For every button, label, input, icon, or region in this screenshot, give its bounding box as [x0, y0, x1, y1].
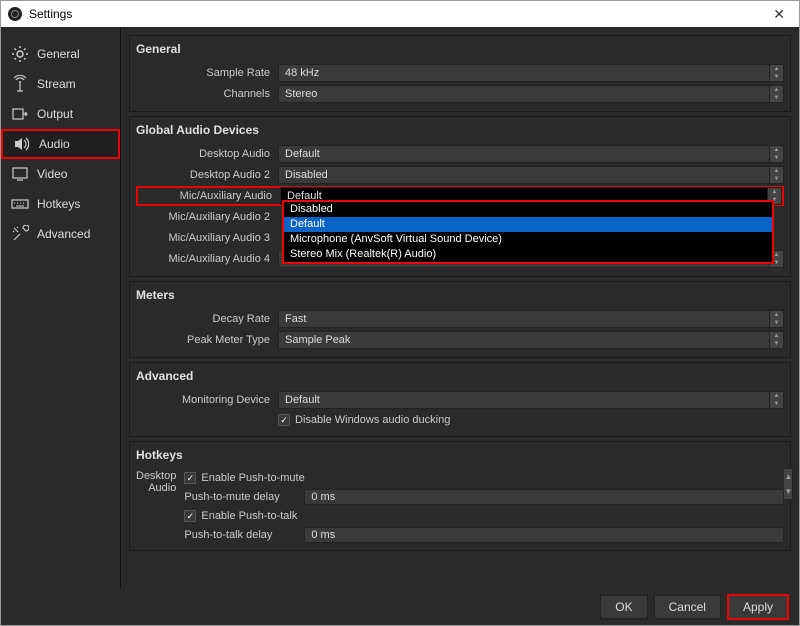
cancel-button[interactable]: Cancel: [654, 595, 721, 619]
sidebar-item-label: Video: [37, 167, 67, 181]
section-global-audio: Global Audio Devices Desktop Audio Defau…: [129, 116, 791, 277]
duck-checkbox[interactable]: [278, 414, 290, 426]
dropdown-option-selected[interactable]: Default: [284, 217, 772, 232]
apply-button[interactable]: Apply: [727, 594, 789, 620]
desktop-audio2-select[interactable]: Disabled: [278, 166, 770, 184]
mic3-label: Mic/Auxiliary Audio 3: [136, 232, 278, 244]
spinner-icon[interactable]: ▲▼: [770, 331, 784, 349]
sidebar-item-label: General: [37, 47, 80, 61]
close-button[interactable]: ✕: [765, 6, 793, 23]
sidebar-item-label: Audio: [39, 137, 70, 151]
section-hotkeys: Hotkeys Desktop Audio Enable Push-to-mut…: [129, 441, 791, 551]
window-title: Settings: [29, 7, 72, 21]
sidebar: General Stream Output Audio Video: [1, 27, 121, 589]
mic1-label: Mic/Auxiliary Audio: [138, 190, 280, 202]
dropdown-option[interactable]: Stereo Mix (Realtek(R) Audio): [284, 247, 772, 262]
desktop-audio2-label: Desktop Audio 2: [136, 169, 278, 181]
ok-button[interactable]: OK: [600, 595, 647, 619]
gear-icon: [11, 45, 29, 63]
spinner-icon[interactable]: ▲▼: [770, 166, 784, 184]
mic2-label: Mic/Auxiliary Audio 2: [136, 211, 278, 223]
ptt-label: Enable Push-to-talk: [201, 510, 297, 522]
footer: OK Cancel Apply: [1, 589, 799, 625]
section-title: Global Audio Devices: [136, 121, 784, 143]
tools-icon: [11, 225, 29, 243]
section-meters: Meters Decay Rate Fast ▲▼ Peak Meter Typ…: [129, 281, 791, 358]
section-general: General Sample Rate 48 kHz ▲▼ Channels S…: [129, 35, 791, 112]
sidebar-item-general[interactable]: General: [1, 39, 120, 69]
sidebar-item-output[interactable]: Output: [1, 99, 120, 129]
channels-select[interactable]: Stereo: [278, 85, 770, 103]
ptt-delay-field[interactable]: 0 ms: [304, 527, 784, 543]
decay-label: Decay Rate: [136, 313, 278, 325]
sidebar-item-hotkeys[interactable]: Hotkeys: [1, 189, 120, 219]
monitor-icon: [11, 165, 29, 183]
sidebar-item-stream[interactable]: Stream: [1, 69, 120, 99]
dropdown-option[interactable]: Microphone (AnvSoft Virtual Sound Device…: [284, 232, 772, 247]
desktop-audio-select[interactable]: Default: [278, 145, 770, 163]
ptt-checkbox[interactable]: [184, 510, 196, 522]
sample-rate-label: Sample Rate: [136, 67, 278, 79]
speaker-icon: [13, 135, 31, 153]
ptm-label: Enable Push-to-mute: [201, 472, 304, 484]
ptm-checkbox[interactable]: [184, 472, 196, 484]
mic1-dropdown-list[interactable]: Disabled Default Microphone (AnvSoft Vir…: [282, 200, 774, 264]
monitor-select[interactable]: Default: [278, 391, 770, 409]
ptm-delay-field[interactable]: 0 ms: [304, 489, 784, 505]
titlebar: Settings ✕: [1, 1, 799, 27]
spinner-icon[interactable]: ▲▼: [784, 468, 793, 500]
obs-icon: [7, 6, 23, 22]
settings-content: General Sample Rate 48 kHz ▲▼ Channels S…: [121, 27, 799, 589]
hotkeys-desktop-label: Desktop Audio: [136, 468, 184, 544]
peak-select[interactable]: Sample Peak: [278, 331, 770, 349]
section-advanced: Advanced Monitoring Device Default ▲▼ Di…: [129, 362, 791, 437]
section-title: Hotkeys: [136, 446, 784, 468]
settings-window: Settings ✕ General Stream Output: [0, 0, 800, 626]
spinner-icon[interactable]: ▲▼: [770, 64, 784, 82]
section-title: Meters: [136, 286, 784, 308]
spinner-icon[interactable]: ▲▼: [770, 85, 784, 103]
spinner-icon[interactable]: ▲▼: [770, 145, 784, 163]
antenna-icon: [11, 75, 29, 93]
duck-label: Disable Windows audio ducking: [295, 414, 450, 426]
sidebar-item-label: Hotkeys: [37, 197, 80, 211]
mic4-label: Mic/Auxiliary Audio 4: [136, 253, 278, 265]
keyboard-icon: [11, 195, 29, 213]
sidebar-item-video[interactable]: Video: [1, 159, 120, 189]
sidebar-item-label: Output: [37, 107, 73, 121]
desktop-audio-label: Desktop Audio: [136, 148, 278, 160]
decay-select[interactable]: Fast: [278, 310, 770, 328]
sidebar-item-audio[interactable]: Audio: [1, 129, 120, 159]
channels-label: Channels: [136, 88, 278, 100]
peak-label: Peak Meter Type: [136, 334, 278, 346]
sidebar-item-label: Stream: [37, 77, 76, 91]
sidebar-item-label: Advanced: [37, 227, 90, 241]
sample-rate-select[interactable]: 48 kHz: [278, 64, 770, 82]
ptt-delay-label: Push-to-talk delay: [184, 529, 304, 541]
spinner-icon[interactable]: ▲▼: [770, 391, 784, 409]
ptm-delay-label: Push-to-mute delay: [184, 491, 304, 503]
section-title: General: [136, 40, 784, 62]
section-title: Advanced: [136, 367, 784, 389]
output-icon: [11, 105, 29, 123]
monitor-label: Monitoring Device: [136, 394, 278, 406]
sidebar-item-advanced[interactable]: Advanced: [1, 219, 120, 249]
dropdown-option[interactable]: Disabled: [284, 202, 772, 217]
spinner-icon[interactable]: ▲▼: [770, 310, 784, 328]
